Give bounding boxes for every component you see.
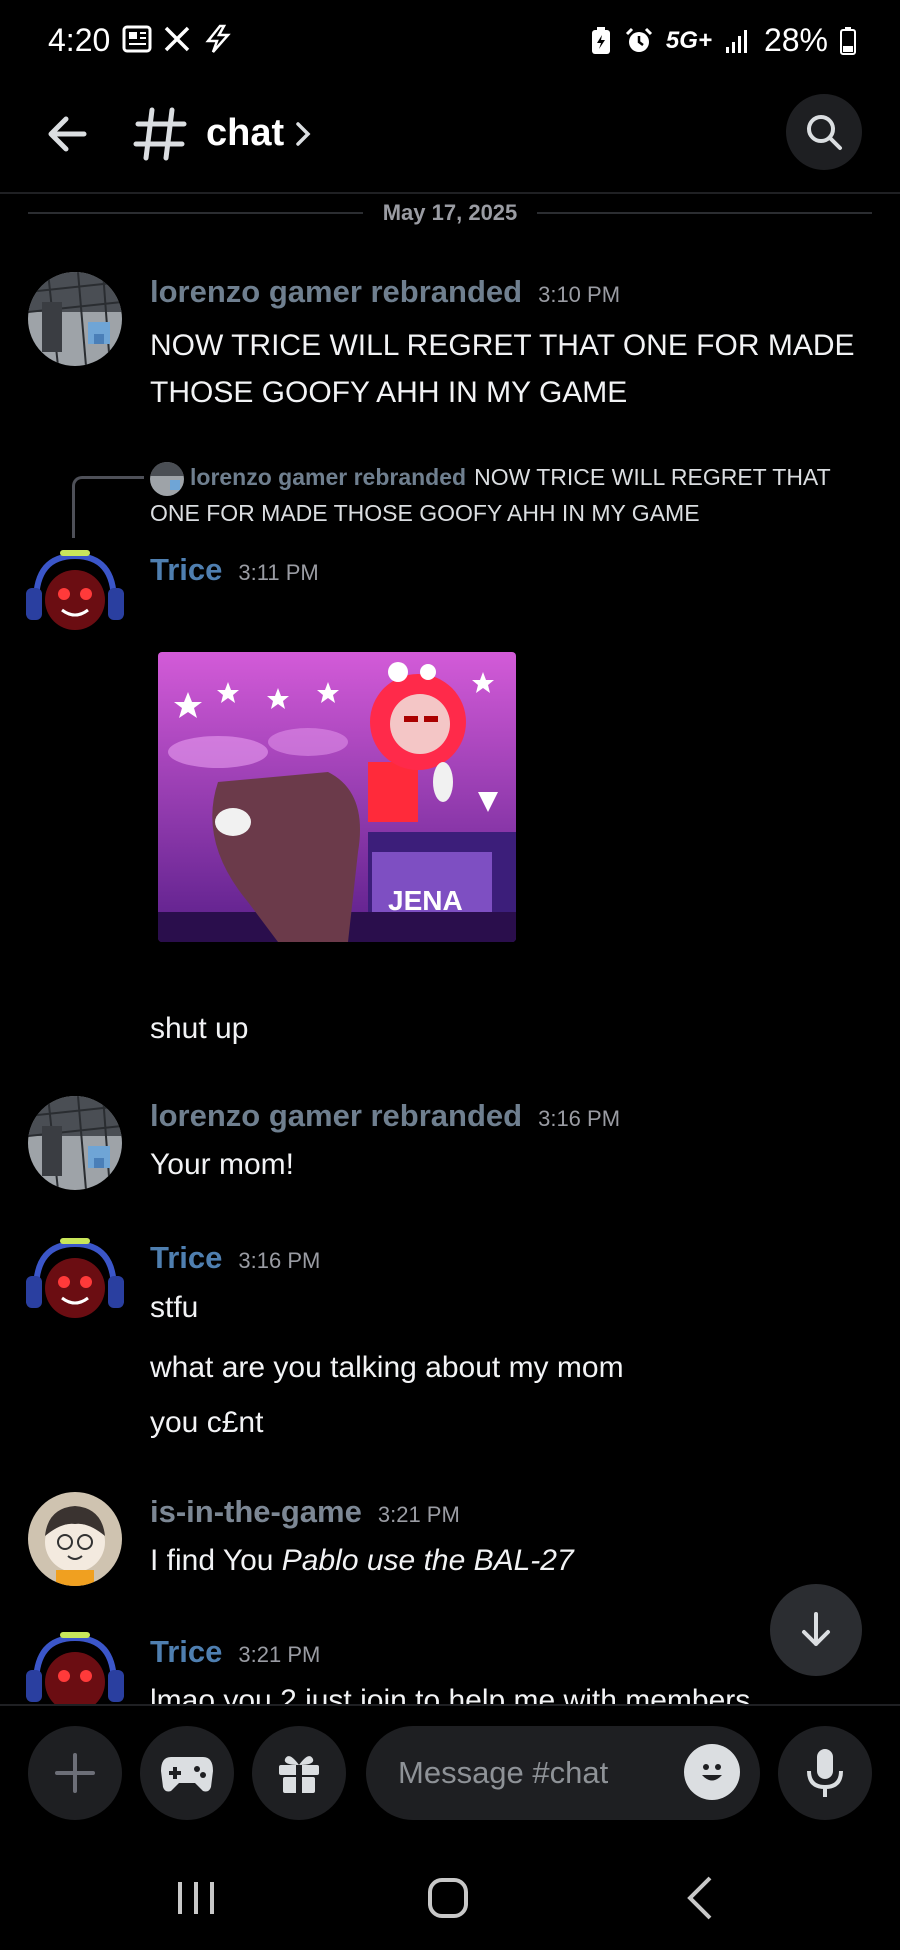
reply-text: NOW TRICE WILL REGRET THAT	[474, 464, 831, 490]
status-right: 5G+ 28%	[590, 22, 856, 59]
message-author[interactable]: is-in-the-game 3:21 PM	[150, 1494, 460, 1530]
emoji-button[interactable]	[684, 1744, 740, 1800]
message-content: NOW TRICE WILL REGRET THAT ONE FOR MADE …	[150, 322, 855, 416]
message-content: what are you talking about my mom	[150, 1351, 624, 1384]
avatar-trice[interactable]	[22, 1624, 128, 1704]
avatar-image	[22, 542, 128, 648]
reply-connector	[72, 476, 144, 538]
add-attachment-button[interactable]	[28, 1726, 122, 1820]
bolt-icon	[205, 24, 231, 53]
author-name[interactable]: Trice	[150, 1240, 222, 1275]
message-author[interactable]: Trice 3:21 PM	[150, 1634, 320, 1670]
signal-icon	[725, 29, 747, 53]
battery-percent: 28%	[763, 22, 828, 58]
status-left-icons	[122, 24, 234, 54]
reply-author[interactable]: lorenzo gamer rebranded	[190, 464, 466, 490]
message-author[interactable]: Trice 3:16 PM	[150, 1240, 320, 1276]
message-content: Your mom!	[150, 1148, 294, 1181]
author-name[interactable]: lorenzo gamer rebranded	[150, 1098, 522, 1133]
microphone-icon	[807, 1749, 843, 1797]
message-italic-text: Pablo use the BAL-27	[281, 1544, 574, 1577]
date-divider: May 17, 2025	[28, 198, 873, 228]
message-author[interactable]: Trice 3:11 PM	[150, 552, 319, 588]
avatar-image	[28, 1492, 122, 1586]
message-content: lmao you 2 just join to help me with mem…	[150, 1684, 751, 1704]
arrow-down-icon	[802, 1612, 830, 1646]
search-button[interactable]	[786, 94, 862, 170]
avatar-is-in-the-game[interactable]	[28, 1492, 122, 1586]
alarm-icon	[625, 27, 652, 52]
voice-message-button[interactable]	[778, 1726, 872, 1820]
channel-header: chat	[0, 84, 900, 194]
channel-name[interactable]: chat	[206, 112, 284, 155]
message-timestamp: 3:21 PM	[377, 1502, 460, 1527]
divider-line	[537, 212, 873, 214]
hash-icon	[133, 107, 187, 161]
message-list[interactable]: lorenzo gamer rebranded 3:10 PM NOW TRICE…	[0, 230, 900, 1704]
jump-to-latest-button[interactable]	[770, 1584, 862, 1676]
smiley-icon	[702, 1764, 722, 1781]
avatar-image	[28, 1096, 122, 1190]
date-label: May 17, 2025	[382, 200, 518, 225]
message-text: I find You	[150, 1544, 282, 1577]
activities-button[interactable]	[140, 1726, 234, 1820]
message-line: THOSE GOOFY AHH IN MY GAME	[150, 376, 628, 409]
avatar-trice[interactable]	[22, 542, 128, 648]
attachment-image: JENA	[158, 652, 516, 942]
avatar-lorenzo[interactable]	[28, 272, 122, 366]
avatar-image	[28, 272, 122, 366]
status-time: 4:20	[48, 22, 111, 58]
reply-preview[interactable]: lorenzo gamer rebranded NOW TRICE WILL RE…	[150, 460, 850, 530]
message-author[interactable]: lorenzo gamer rebranded 3:10 PM	[150, 274, 620, 310]
gamepad-icon	[161, 1757, 213, 1792]
avatar-trice[interactable]	[22, 1230, 128, 1336]
network-type: 5G+	[665, 26, 712, 54]
image-attachment[interactable]: JENA	[158, 652, 516, 942]
message-author[interactable]: lorenzo gamer rebranded 3:16 PM	[150, 1098, 620, 1134]
author-name[interactable]: lorenzo gamer rebranded	[150, 274, 522, 309]
battery-saver-icon	[591, 26, 610, 54]
system-nav-bar	[0, 1838, 900, 1950]
message-composer	[0, 1704, 900, 1838]
x-logo-icon	[164, 26, 190, 52]
status-bar: 4:20 5G+ 28%	[0, 0, 900, 84]
back-nav-icon[interactable]	[672, 1868, 732, 1928]
author-name[interactable]: Trice	[150, 552, 222, 587]
message-timestamp: 3:10 PM	[538, 282, 621, 307]
recent-apps-icon[interactable]	[166, 1868, 226, 1928]
attachment-caption: JENA	[388, 885, 463, 916]
author-name[interactable]: Trice	[150, 1634, 222, 1669]
arrow-left-icon[interactable]	[40, 106, 96, 162]
chevron-right-icon[interactable]	[292, 116, 316, 152]
message-content: shut up	[150, 1012, 249, 1045]
reply-avatar	[150, 461, 184, 496]
divider-line	[28, 212, 363, 214]
plus-icon	[55, 1753, 95, 1793]
avatar-lorenzo[interactable]	[28, 1096, 122, 1190]
message-timestamp: 3:11 PM	[238, 560, 319, 585]
message-content: you c£nt	[150, 1406, 264, 1439]
battery-icon	[840, 26, 856, 55]
gift-button[interactable]	[252, 1726, 346, 1820]
message-content: I find You Pablo use the BAL-27	[150, 1538, 574, 1584]
gift-icon	[279, 1756, 319, 1793]
avatar-image	[22, 1230, 128, 1336]
search-icon	[807, 115, 842, 150]
message-timestamp: 3:16 PM	[238, 1248, 321, 1273]
message-timestamp: 3:16 PM	[538, 1106, 621, 1131]
author-name[interactable]: is-in-the-game	[150, 1494, 362, 1529]
reply-text-cont: ONE FOR MADE THOSE GOOFY AHH IN MY GAME	[150, 499, 700, 526]
news-icon	[122, 25, 152, 53]
home-icon[interactable]	[418, 1868, 478, 1928]
message-timestamp: 3:21 PM	[238, 1642, 321, 1667]
message-content: stfu	[150, 1291, 199, 1324]
avatar-image	[22, 1624, 128, 1704]
message-line: NOW TRICE WILL REGRET THAT ONE FOR MADE	[150, 329, 855, 362]
